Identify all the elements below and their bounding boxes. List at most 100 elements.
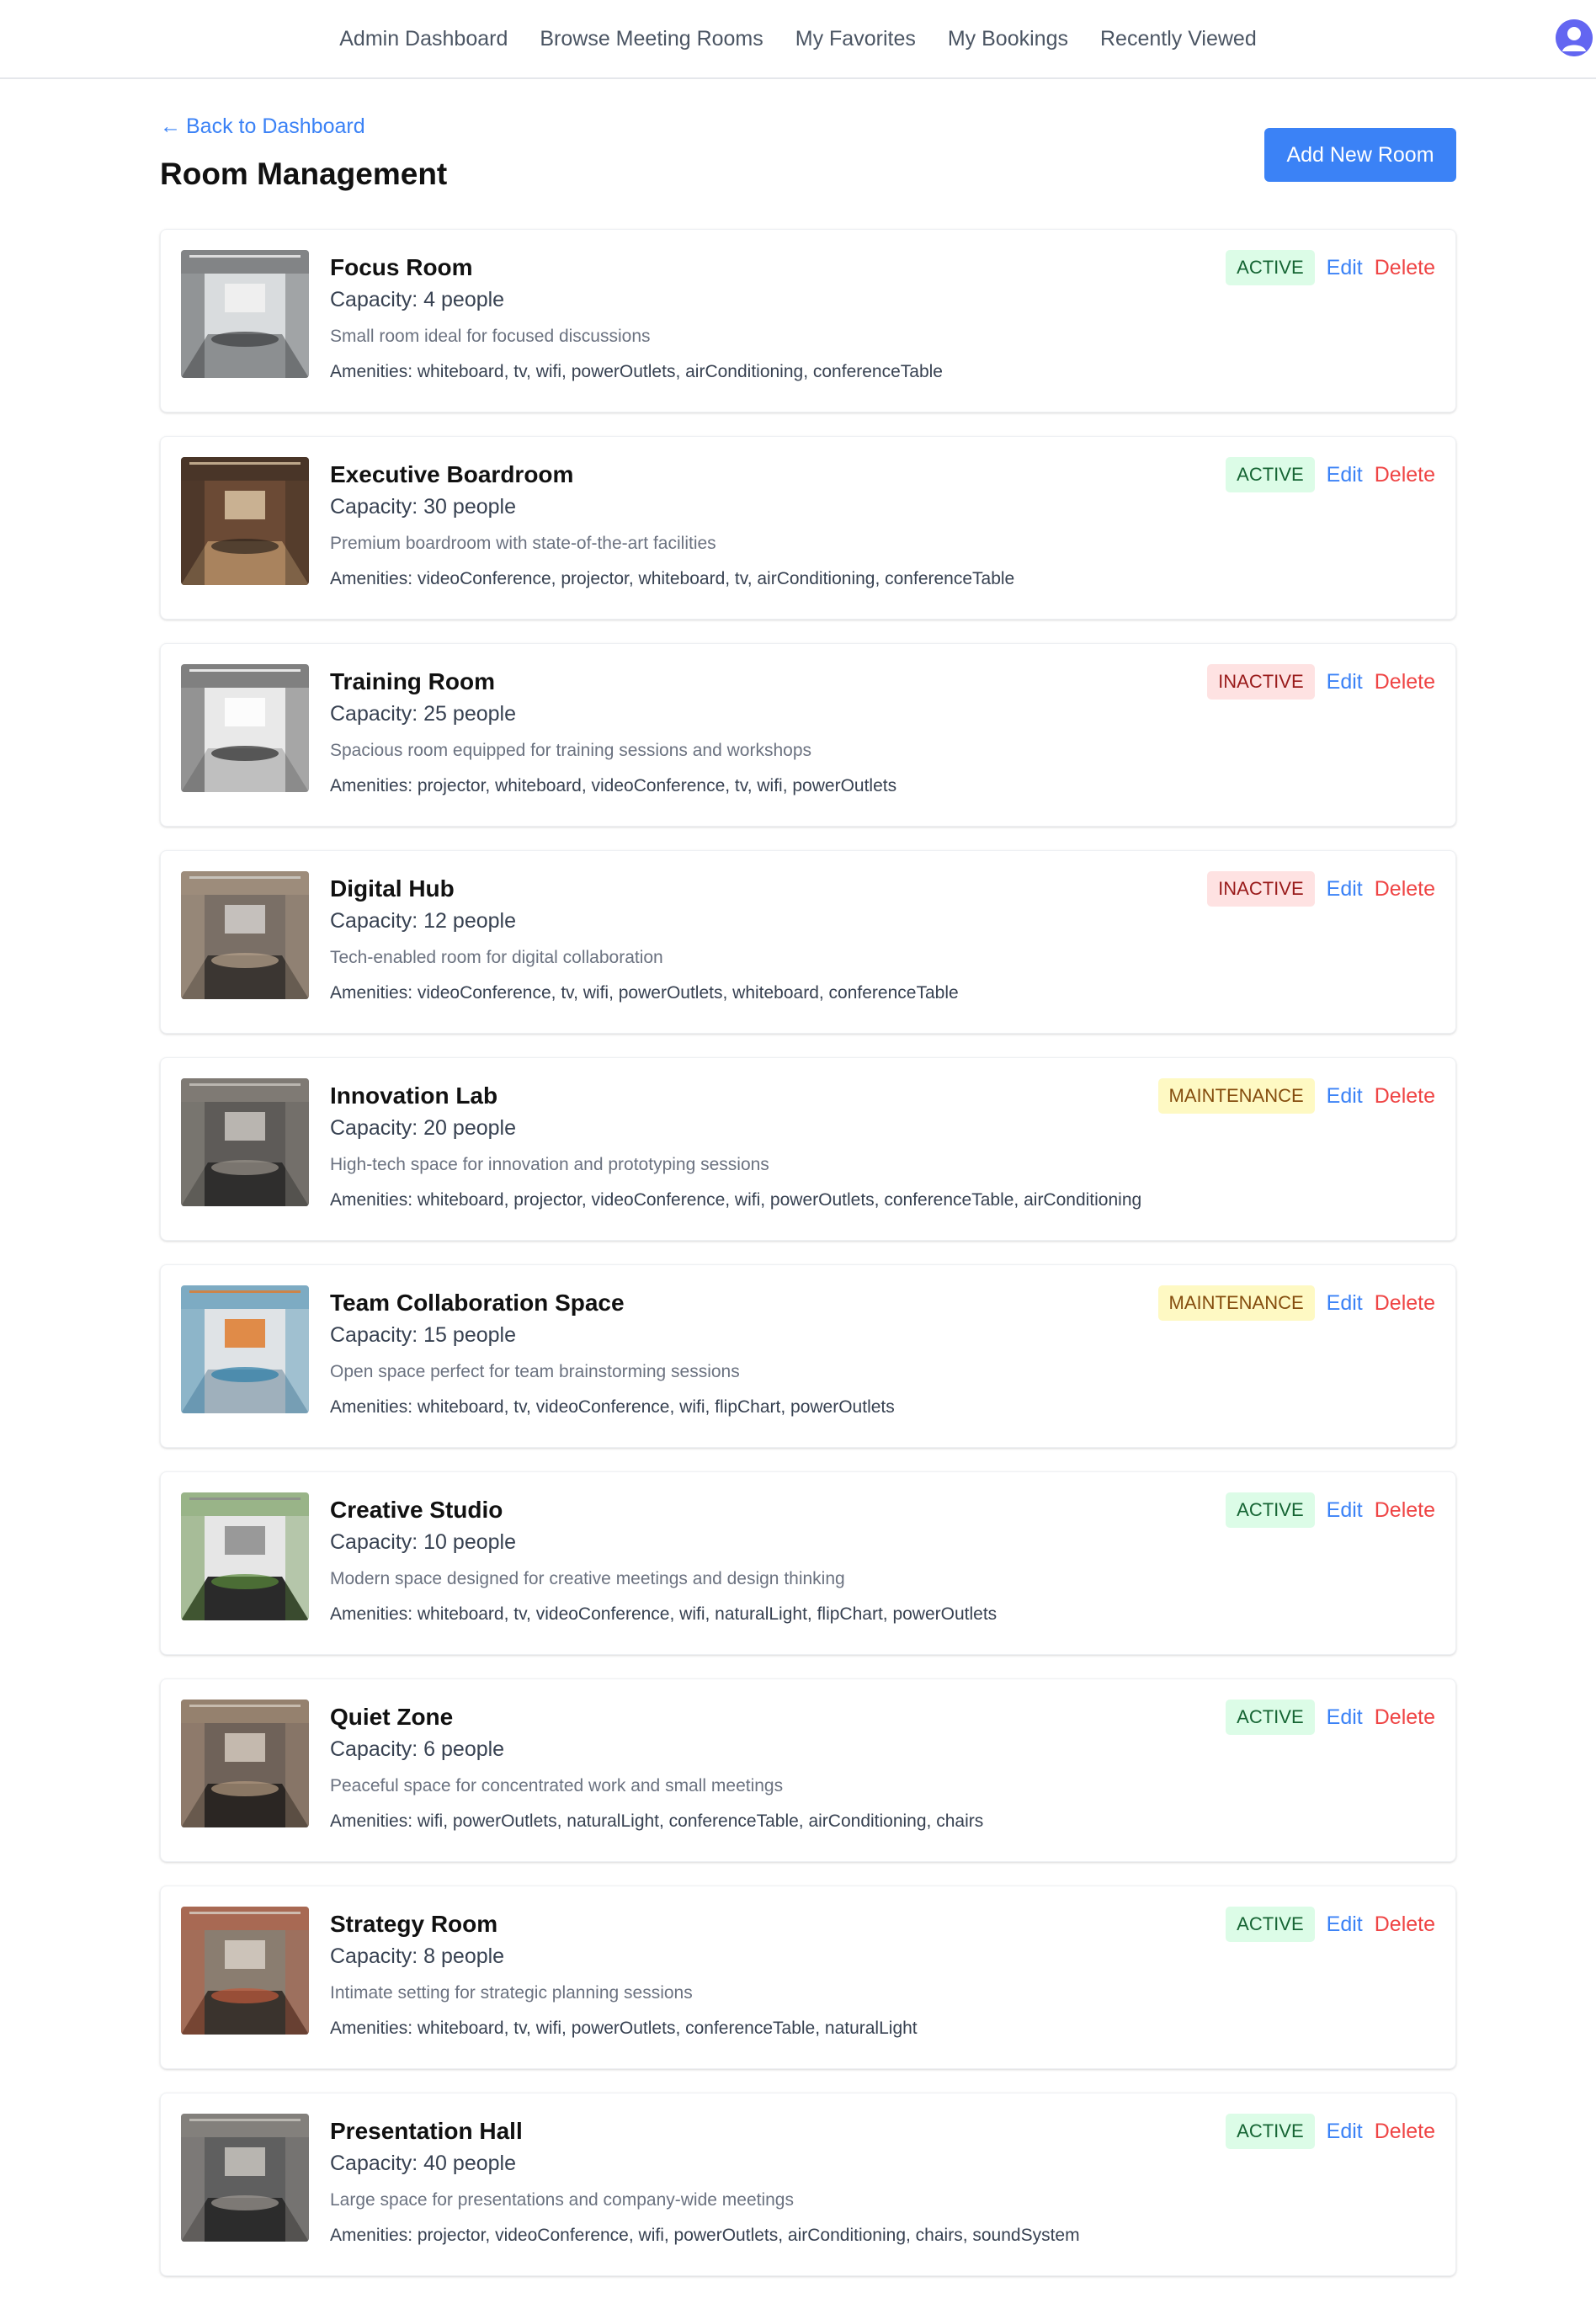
room-description: Modern space designed for creative meeti… <box>330 1569 845 1588</box>
nav-link-admin-dashboard[interactable]: Admin Dashboard <box>339 27 508 51</box>
nav-link-browse-meeting-rooms[interactable]: Browse Meeting Rooms <box>540 27 763 51</box>
room-name: Executive Boardroom <box>330 461 574 487</box>
room-capacity: Capacity: 10 people <box>330 1530 516 1554</box>
room-photo <box>181 2114 309 2242</box>
room-info: Team Collaboration Space Capacity: 15 pe… <box>330 1289 1203 1418</box>
room-name: Presentation Hall <box>330 2118 523 2144</box>
back-link-label: Back to Dashboard <box>186 114 365 138</box>
nav-link-recently-viewed[interactable]: Recently Viewed <box>1100 27 1257 51</box>
room-info: Digital Hub Capacity: 12 people Tech-ena… <box>330 875 1203 1004</box>
room-info: Executive Boardroom Capacity: 30 people … <box>330 460 1203 590</box>
room-name: Quiet Zone <box>330 1704 454 1730</box>
delete-room-link[interactable]: Delete <box>1375 877 1435 902</box>
room-card: Innovation Lab Capacity: 20 people High-… <box>160 1057 1456 1241</box>
edit-room-link[interactable]: Edit <box>1327 1912 1363 1937</box>
delete-room-link[interactable]: Delete <box>1375 1084 1435 1109</box>
delete-room-link[interactable]: Delete <box>1375 1705 1435 1730</box>
edit-room-link[interactable]: Edit <box>1327 2120 1363 2144</box>
room-photo <box>181 457 309 585</box>
room-card: Creative Studio Capacity: 10 people Mode… <box>160 1471 1456 1655</box>
room-card: Quiet Zone Capacity: 6 people Peaceful s… <box>160 1678 1456 1862</box>
room-name: Digital Hub <box>330 875 455 902</box>
room-description: Large space for presentations and compan… <box>330 2190 794 2210</box>
nav-link-my-bookings[interactable]: My Bookings <box>948 27 1068 51</box>
room-capacity: Capacity: 30 people <box>330 495 516 519</box>
user-avatar-icon[interactable] <box>1556 19 1593 56</box>
status-badge: INACTIVE <box>1207 664 1315 700</box>
room-amenities: Amenities: wifi, powerOutlets, naturalLi… <box>330 1811 984 1831</box>
edit-room-link[interactable]: Edit <box>1327 670 1363 694</box>
room-info: Quiet Zone Capacity: 6 people Peaceful s… <box>330 1703 1203 1833</box>
edit-room-link[interactable]: Edit <box>1327 1084 1363 1109</box>
room-name: Focus Room <box>330 254 473 280</box>
room-capacity: Capacity: 4 people <box>330 288 505 311</box>
room-amenities: Amenities: projector, whiteboard, videoC… <box>330 776 897 795</box>
delete-room-link[interactable]: Delete <box>1375 1498 1435 1523</box>
room-amenities: Amenities: videoConference, projector, w… <box>330 569 1015 588</box>
room-photo <box>181 664 309 792</box>
edit-room-link[interactable]: Edit <box>1327 1291 1363 1316</box>
room-name: Innovation Lab <box>330 1083 498 1109</box>
room-actions: ACTIVE Edit Delete <box>1226 250 1435 285</box>
nav-link-my-favorites[interactable]: My Favorites <box>795 27 916 51</box>
room-card: Presentation Hall Capacity: 40 people La… <box>160 2093 1456 2276</box>
room-name: Team Collaboration Space <box>330 1290 625 1316</box>
room-description: Open space perfect for team brainstormin… <box>330 1362 740 1381</box>
room-info: Focus Room Capacity: 4 people Small room… <box>330 253 1203 383</box>
back-to-dashboard-link[interactable]: ← Back to Dashboard <box>160 114 365 139</box>
room-actions: INACTIVE Edit Delete <box>1207 664 1435 700</box>
room-capacity: Capacity: 6 people <box>330 1737 505 1761</box>
status-badge: ACTIVE <box>1226 2114 1315 2149</box>
room-amenities: Amenities: whiteboard, tv, videoConferen… <box>330 1397 895 1417</box>
room-capacity: Capacity: 40 people <box>330 2152 516 2175</box>
room-photo <box>181 1907 309 2035</box>
room-card: Executive Boardroom Capacity: 30 people … <box>160 436 1456 620</box>
delete-room-link[interactable]: Delete <box>1375 463 1435 487</box>
edit-room-link[interactable]: Edit <box>1327 877 1363 902</box>
room-name: Creative Studio <box>330 1497 503 1523</box>
room-photo <box>181 250 309 378</box>
edit-room-link[interactable]: Edit <box>1327 463 1363 487</box>
room-description: Tech-enabled room for digital collaborat… <box>330 948 663 967</box>
edit-room-link[interactable]: Edit <box>1327 1705 1363 1730</box>
room-actions: INACTIVE Edit Delete <box>1207 871 1435 907</box>
room-capacity: Capacity: 8 people <box>330 1944 505 1968</box>
room-actions: MAINTENANCE Edit Delete <box>1157 1285 1435 1321</box>
room-info: Strategy Room Capacity: 8 people Intimat… <box>330 1910 1203 2040</box>
room-list: Focus Room Capacity: 4 people Small room… <box>160 229 1456 2300</box>
delete-room-link[interactable]: Delete <box>1375 670 1435 694</box>
delete-room-link[interactable]: Delete <box>1375 256 1435 280</box>
room-amenities: Amenities: whiteboard, tv, wifi, powerOu… <box>330 2019 918 2038</box>
room-card: Digital Hub Capacity: 12 people Tech-ena… <box>160 850 1456 1034</box>
room-description: Peaceful space for concentrated work and… <box>330 1776 784 1795</box>
room-capacity: Capacity: 20 people <box>330 1116 516 1140</box>
delete-room-link[interactable]: Delete <box>1375 1291 1435 1316</box>
room-amenities: Amenities: whiteboard, projector, videoC… <box>330 1190 1142 1210</box>
status-badge: ACTIVE <box>1226 1907 1315 1942</box>
room-actions: MAINTENANCE Edit Delete <box>1157 1078 1435 1114</box>
edit-room-link[interactable]: Edit <box>1327 256 1363 280</box>
room-info: Creative Studio Capacity: 10 people Mode… <box>330 1496 1203 1625</box>
add-new-room-button[interactable]: Add New Room <box>1264 128 1456 182</box>
status-badge: ACTIVE <box>1226 1492 1315 1528</box>
status-badge: ACTIVE <box>1226 457 1315 492</box>
room-capacity: Capacity: 12 people <box>330 909 516 933</box>
room-info: Innovation Lab Capacity: 20 people High-… <box>330 1082 1203 1211</box>
room-actions: ACTIVE Edit Delete <box>1226 1492 1435 1528</box>
delete-room-link[interactable]: Delete <box>1375 1912 1435 1937</box>
page-title: Room Management <box>160 157 448 191</box>
nav-links: Admin Dashboard Browse Meeting Rooms My … <box>0 0 1596 77</box>
room-photo <box>181 1492 309 1620</box>
room-info: Presentation Hall Capacity: 40 people La… <box>330 2117 1203 2247</box>
room-actions: ACTIVE Edit Delete <box>1226 1907 1435 1942</box>
delete-room-link[interactable]: Delete <box>1375 2120 1435 2144</box>
room-card: Focus Room Capacity: 4 people Small room… <box>160 229 1456 412</box>
room-name: Strategy Room <box>330 1911 498 1937</box>
room-capacity: Capacity: 25 people <box>330 702 516 726</box>
room-actions: ACTIVE Edit Delete <box>1226 2114 1435 2149</box>
room-actions: ACTIVE Edit Delete <box>1226 457 1435 492</box>
room-card: Training Room Capacity: 25 people Spacio… <box>160 643 1456 827</box>
edit-room-link[interactable]: Edit <box>1327 1498 1363 1523</box>
room-amenities: Amenities: projector, videoConference, w… <box>330 2226 1080 2245</box>
top-nav: Admin Dashboard Browse Meeting Rooms My … <box>0 0 1596 79</box>
